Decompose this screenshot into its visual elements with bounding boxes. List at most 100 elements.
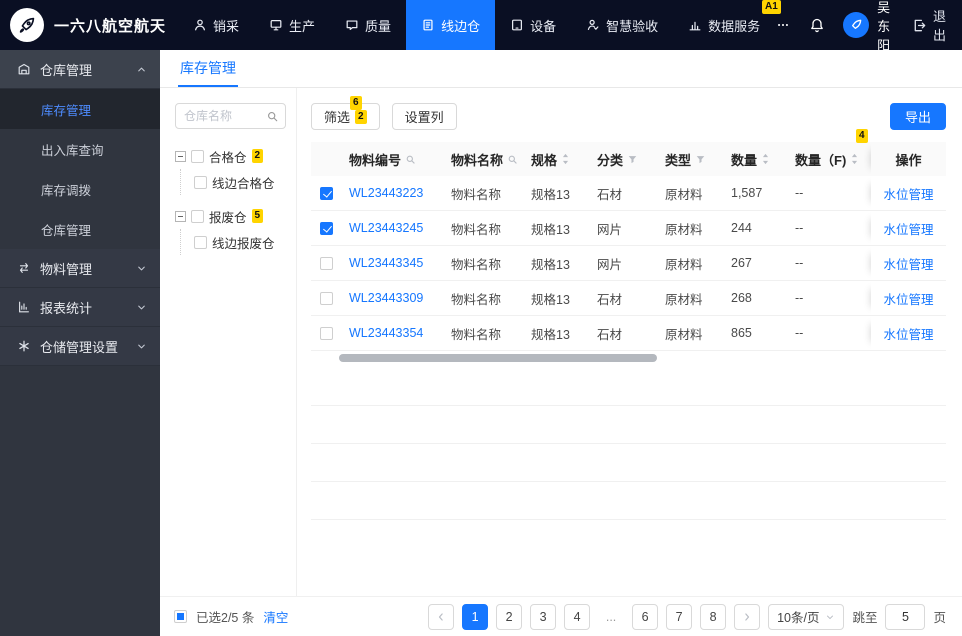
nav-item-equipment[interactable]: 设备: [495, 0, 571, 50]
sidebar-item-label: 仓库管理: [41, 223, 92, 238]
sort-icon[interactable]: [761, 153, 770, 165]
empty-table-row: [311, 444, 946, 482]
scrollbar-thumb[interactable]: [339, 354, 657, 362]
sidebar-item-inout-query[interactable]: 出入库查询: [0, 129, 160, 169]
row-checkbox[interactable]: [319, 221, 333, 235]
tree-node-label[interactable]: 线边报废仓: [212, 233, 275, 252]
tree-node-label[interactable]: 报废仓: [209, 207, 247, 226]
tree-node-label[interactable]: 合格仓: [209, 147, 247, 166]
sidebar-item-inventory-management[interactable]: 库存管理: [0, 89, 160, 129]
user-name: 吴东阳: [877, 0, 891, 53]
jump-unit-label: 页: [933, 611, 946, 625]
sidebar-item-warehouse-management[interactable]: 仓库管理: [0, 209, 160, 249]
sort-icon[interactable]: [561, 153, 570, 165]
next-page-icon[interactable]: [734, 603, 761, 630]
empty-table-row: [311, 368, 946, 406]
clear-selection-link[interactable]: 清空: [263, 607, 288, 626]
logout-button[interactable]: 退出: [912, 6, 946, 44]
sidebar-item-inventory-transfer[interactable]: 库存调拨: [0, 169, 160, 209]
nav-item-quality[interactable]: 质量: [330, 0, 406, 50]
tree-node-scrap[interactable]: 报废仓 5: [175, 203, 286, 229]
filter-funnel-icon[interactable]: [695, 154, 706, 165]
material-name: 物料名称: [451, 187, 502, 202]
nav-item-smart-acceptance[interactable]: 智慧验收: [571, 0, 673, 50]
column-settings-button[interactable]: 设置列: [391, 103, 457, 130]
tree-node-lineside-scrap[interactable]: 线边报废仓: [180, 229, 286, 255]
header-actions: 操作: [871, 142, 946, 176]
sidebar-group-report-statistics[interactable]: 报表统计: [0, 288, 160, 327]
tree-node-checkbox[interactable]: [194, 235, 207, 249]
header-material-code: 物料编号: [341, 142, 443, 176]
nav-item-data-service[interactable]: 数据服务: [673, 0, 775, 50]
water-level-link[interactable]: 水位管理: [883, 289, 933, 308]
tab-inventory-management[interactable]: 库存管理: [178, 50, 238, 87]
header-label: 分类: [597, 152, 624, 168]
material-code-link[interactable]: WL23443354: [349, 326, 423, 340]
sidebar-group-warehouse-management[interactable]: 仓库管理: [0, 50, 160, 89]
search-icon[interactable]: [405, 154, 416, 165]
prev-page-icon[interactable]: [428, 603, 455, 630]
page-button-8[interactable]: 8: [700, 603, 727, 630]
water-level-link[interactable]: 水位管理: [883, 219, 933, 238]
more-icon[interactable]: [775, 18, 791, 32]
collapse-toggle-icon[interactable]: [175, 210, 186, 222]
notification-bell-icon[interactable]: [809, 17, 825, 33]
page-button-4[interactable]: 4: [564, 603, 591, 630]
jump-to-page-input[interactable]: [885, 603, 926, 630]
filter-button[interactable]: 筛选 2: [311, 103, 380, 130]
chevron-up-icon: [136, 64, 147, 75]
qty-f: --: [795, 326, 804, 340]
logout-label: 退出: [932, 9, 946, 43]
water-level-link[interactable]: 水位管理: [883, 254, 933, 273]
page-size-select[interactable]: 10条/页: [768, 603, 845, 630]
tree-node-checkbox[interactable]: [194, 175, 207, 189]
row-checkbox[interactable]: [319, 256, 333, 270]
material-code-link[interactable]: WL23443345: [349, 256, 423, 270]
warehouse-search-input[interactable]: [184, 109, 266, 123]
nav-item-lineside-warehouse[interactable]: 线边仓: [406, 0, 496, 50]
header-category: 分类: [589, 142, 657, 176]
tree-node-qualified[interactable]: 合格仓 2: [175, 143, 286, 169]
tree-node-lineside-qualified[interactable]: 线边合格仓: [180, 169, 286, 195]
select-all-checkbox[interactable]: [174, 610, 187, 623]
page-ellipsis[interactable]: ...: [598, 603, 625, 630]
selection-summary: 已选2/5 条 清空: [174, 607, 288, 626]
collapse-toggle-icon[interactable]: [175, 150, 186, 162]
sidebar-group-storage-settings[interactable]: 仓储管理设置: [0, 327, 160, 366]
material-code-link[interactable]: WL23443245: [349, 221, 423, 235]
page-button-6[interactable]: 6: [632, 603, 659, 630]
header-label: 类型: [665, 152, 692, 168]
page-button-7[interactable]: 7: [666, 603, 693, 630]
user-menu[interactable]: 吴东阳: [843, 0, 894, 54]
sort-icon[interactable]: [850, 153, 859, 165]
search-icon[interactable]: [266, 110, 279, 123]
material-code-link[interactable]: WL23443223: [349, 186, 423, 200]
company-logo-icon: [10, 8, 44, 42]
nav-item-sales[interactable]: 销采: [178, 0, 254, 50]
table-row: WL23443223 物料名称 规格13 石材 原材料 1,587 -- 水位管…: [311, 176, 946, 211]
material-code-link[interactable]: WL23443309: [349, 291, 423, 305]
page-button-3[interactable]: 3: [530, 603, 557, 630]
water-level-link[interactable]: 水位管理: [883, 324, 933, 343]
sidebar-group-label: 报表统计: [40, 300, 93, 316]
chevron-down-icon: [136, 302, 147, 313]
tree-node-label[interactable]: 线边合格仓: [212, 173, 275, 192]
header-label: 数量: [731, 152, 758, 168]
type: 原材料: [665, 327, 703, 342]
page-button-1[interactable]: 1: [462, 603, 489, 630]
nav-item-label: 设备: [530, 18, 557, 34]
nav-item-production[interactable]: 生产: [254, 0, 330, 50]
filter-funnel-icon[interactable]: [627, 154, 638, 165]
page-button-2[interactable]: 2: [496, 603, 523, 630]
row-checkbox[interactable]: [319, 326, 333, 340]
row-checkbox[interactable]: [319, 291, 333, 305]
sidebar-group-material-management[interactable]: 物料管理: [0, 249, 160, 288]
tree-node-checkbox[interactable]: [191, 149, 204, 163]
water-level-link[interactable]: 水位管理: [883, 184, 933, 203]
brand-name: 一六八航空航天: [54, 17, 167, 35]
brand[interactable]: 一六八航空航天: [0, 8, 178, 42]
export-button[interactable]: 导出: [889, 103, 946, 130]
search-icon[interactable]: [507, 154, 518, 165]
tree-node-checkbox[interactable]: [191, 209, 204, 223]
row-checkbox[interactable]: [319, 186, 333, 200]
